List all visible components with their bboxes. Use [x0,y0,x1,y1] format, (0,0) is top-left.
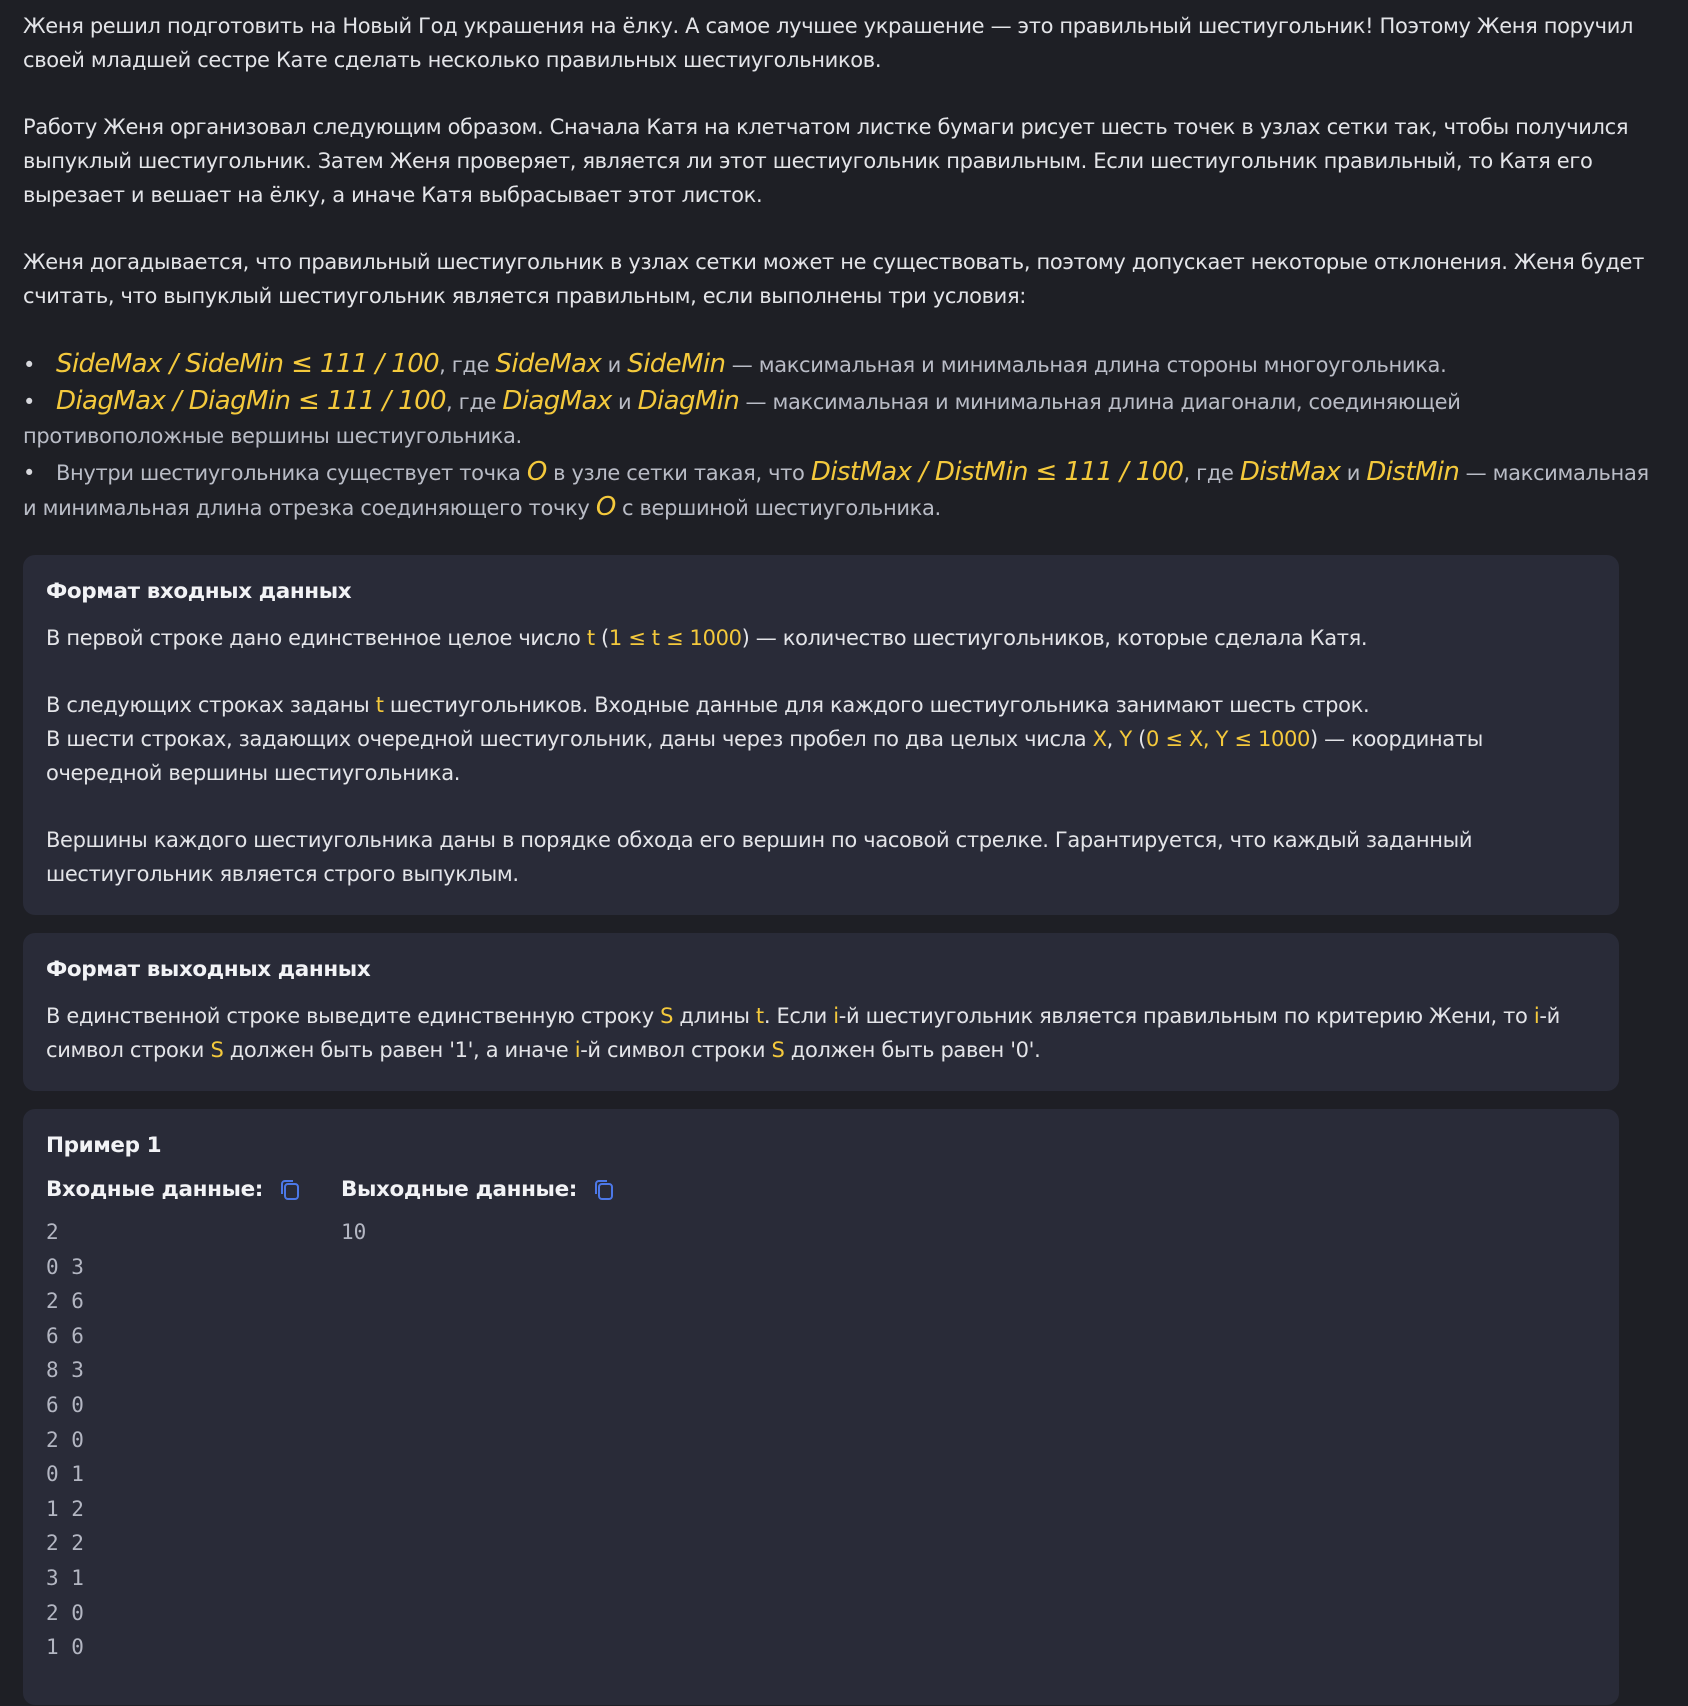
input-label: Входные данные: [46,1177,263,1202]
copy-input-icon[interactable] [279,1178,301,1202]
example-output: Выходные данные: 10 [341,1175,615,1665]
formula-diag: DiagMax / DiagMin ≤ 111 / 100 [56,386,447,416]
input-data: 2 0 3 2 6 6 6 8 3 6 0 2 0 0 1 1 2 2 2 3 … [46,1220,84,1660]
input-format-line-4: Вершины каждого шестиугольника даны в по… [46,828,1473,886]
condition-diag: • DiagMax / DiagMin ≤ 111 / 100, где Diag… [23,386,1461,448]
copy-output-icon[interactable] [593,1178,615,1202]
example-input: Входные данные: 2 0 3 2 6 6 6 8 3 6 0 2 … [46,1175,301,1665]
output-format-text: В единственной строке выведите единствен… [46,1004,1560,1062]
input-format-line-1: В первой строке дано единственное целое … [46,626,1368,650]
input-format-card: Формат входных данных В первой строке да… [23,555,1619,915]
conditions-list: • SideMax / SideMin ≤ 111 / 100, где Side… [23,347,1665,525]
output-label: Выходные данные: [340,1177,577,1202]
condition-dist: • Внутри шестиугольника существует точка … [23,457,1649,522]
example-card: Пример 1 Входные данные: 2 0 3 2 6 6 6 8… [23,1109,1619,1705]
formula-side: SideMax / SideMin ≤ 111 / 100 [56,349,440,379]
bullet: • [23,390,36,414]
input-format-title: Формат входных данных [46,579,352,604]
formula-dist: DistMax / DistMin ≤ 111 / 100 [810,457,1184,487]
bullet: • [23,461,36,485]
example-title: Пример 1 [46,1133,162,1158]
intro-paragraph-3: Женя догадывается, что правильный шестиу… [23,250,1645,308]
output-format-title: Формат выходных данных [46,957,371,982]
bullet: • [23,353,36,377]
problem-statement: Женя решил подготовить на Новый Год укра… [0,0,1688,1705]
output-format-card: Формат выходных данных В единственной ст… [23,933,1619,1091]
condition-side: • SideMax / SideMin ≤ 111 / 100, где Side… [23,347,1665,382]
input-format-line-2: В следующих строках заданы t шестиугольн… [46,693,1370,717]
output-data: 10 [340,1220,367,1244]
intro-paragraph-1: Женя решил подготовить на Новый Год укра… [23,14,1634,72]
input-format-line-3: В шести строках, задающих очередной шест… [46,727,1483,785]
intro-paragraph-2: Работу Женя организовал следующим образо… [23,115,1629,207]
